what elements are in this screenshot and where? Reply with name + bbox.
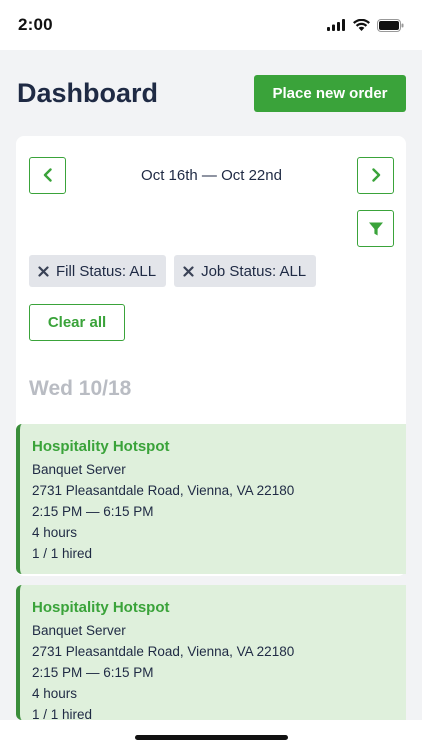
fill-status-chip[interactable]: Fill Status: ALL: [29, 255, 167, 287]
previous-week-button[interactable]: [29, 156, 66, 194]
filter-icon: [368, 222, 383, 235]
shift-time: 2:15 PM — 6:15 PM: [32, 665, 154, 680]
shift-hired: 1 / 1 hired: [32, 546, 93, 561]
status-icons: [327, 18, 404, 32]
shift-company: Hospitality Hotspot: [32, 438, 170, 455]
filter-button[interactable]: [357, 210, 394, 247]
place-new-order-button[interactable]: Place new order: [254, 74, 406, 112]
status-time: 2:00: [18, 15, 53, 34]
shift-duration: 4 hours: [32, 525, 78, 540]
close-icon[interactable]: [183, 265, 194, 277]
status-bar: 2:00: [0, 0, 422, 50]
close-icon[interactable]: [38, 265, 49, 277]
next-week-button[interactable]: [357, 156, 394, 194]
shift-address: 2731 Pleasantdale Road, Vienna, VA 22180: [32, 483, 295, 498]
job-status-chip-label: Job Status: ALL: [201, 262, 307, 280]
shift-card[interactable]: Hospitality Hotspot Banquet Server 2731 …: [16, 424, 406, 574]
chevron-right-icon: [371, 168, 380, 182]
chevron-left-icon: [43, 168, 52, 182]
shift-address: 2731 Pleasantdale Road, Vienna, VA 22180: [32, 644, 295, 659]
shift-role: Banquet Server: [32, 462, 126, 477]
shift-duration: 4 hours: [32, 686, 78, 701]
wifi-icon: [353, 19, 370, 31]
page-title: Dashboard: [17, 77, 159, 108]
clear-all-button[interactable]: Clear all: [29, 304, 125, 341]
shift-role: Banquet Server: [32, 623, 126, 638]
battery-icon: [377, 18, 404, 32]
shift-company: Hospitality Hotspot: [32, 599, 170, 616]
page-header: Dashboard Place new order: [0, 50, 422, 136]
week-range-label: Oct 16th — Oct 22nd: [141, 166, 282, 184]
shift-hired: 1 / 1 hired: [32, 707, 93, 720]
fill-status-chip-label: Fill Status: ALL: [56, 262, 157, 280]
shift-time: 2:15 PM — 6:15 PM: [32, 504, 154, 519]
active-filters: Fill Status: ALL Job Status: ALL: [29, 255, 317, 287]
shift-card[interactable]: Hospitality Hotspot Banquet Server 2731 …: [16, 585, 406, 720]
week-navigator: Oct 16th — Oct 22nd: [29, 156, 394, 194]
job-status-chip[interactable]: Job Status: ALL: [174, 255, 317, 287]
signal-icon: [327, 19, 345, 31]
home-indicator[interactable]: [135, 735, 288, 740]
day-heading: Wed 10/18: [29, 377, 132, 400]
